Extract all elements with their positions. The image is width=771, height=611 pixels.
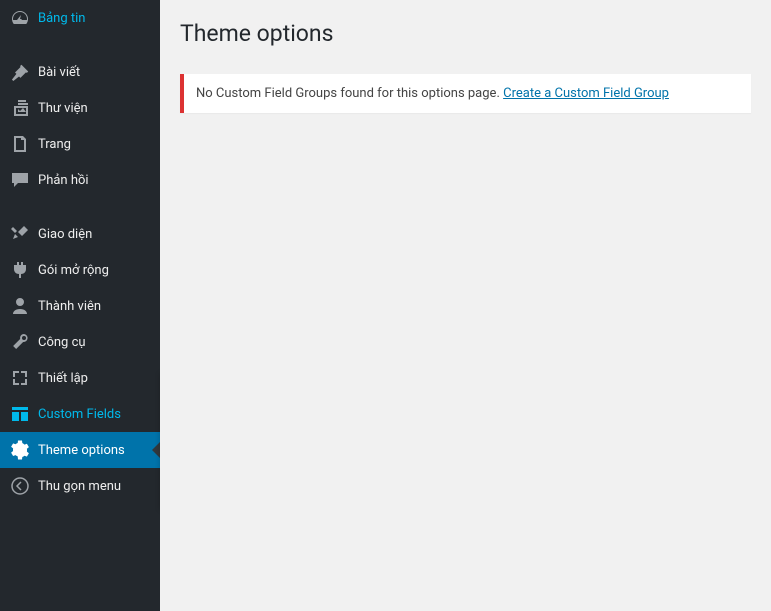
sidebar-item-media[interactable]: Thư viện bbox=[0, 90, 160, 126]
sidebar-item-tools[interactable]: Công cụ bbox=[0, 324, 160, 360]
sidebar-item-label: Giao diện bbox=[38, 227, 92, 242]
media-icon bbox=[10, 98, 30, 118]
dashboard-icon bbox=[10, 8, 30, 28]
gear-icon bbox=[10, 440, 30, 460]
sidebar-item-comments[interactable]: Phản hồi bbox=[0, 162, 160, 198]
sidebar-item-label: Công cụ bbox=[38, 335, 86, 350]
sidebar-item-dashboard[interactable]: Bảng tin bbox=[0, 0, 160, 36]
sidebar-item-custom-fields[interactable]: Custom Fields bbox=[0, 396, 160, 432]
sidebar-item-theme-options[interactable]: Theme options bbox=[0, 432, 160, 468]
notice-box: No Custom Field Groups found for this op… bbox=[180, 74, 751, 113]
comment-icon bbox=[10, 170, 30, 190]
notice-link[interactable]: Create a Custom Field Group bbox=[503, 86, 669, 101]
sidebar-item-label: Phản hồi bbox=[38, 173, 89, 188]
main-content: Theme options No Custom Field Groups fou… bbox=[160, 0, 771, 611]
sidebar-item-label: Thu gọn menu bbox=[38, 479, 121, 494]
sidebar-item-label: Thư viện bbox=[38, 101, 88, 116]
pin-icon bbox=[10, 62, 30, 82]
layout-icon bbox=[10, 404, 30, 424]
sidebar-item-label: Theme options bbox=[38, 443, 125, 458]
settings-icon bbox=[10, 368, 30, 388]
sidebar-item-label: Thành viên bbox=[38, 299, 101, 314]
sidebar-item-posts[interactable]: Bài viết bbox=[0, 54, 160, 90]
sidebar-item-pages[interactable]: Trang bbox=[0, 126, 160, 162]
sidebar-item-users[interactable]: Thành viên bbox=[0, 288, 160, 324]
appearance-icon bbox=[10, 224, 30, 244]
sidebar-item-label: Bảng tin bbox=[38, 11, 85, 26]
sidebar-item-plugins[interactable]: Gói mở rộng bbox=[0, 252, 160, 288]
page-title: Theme options bbox=[180, 10, 751, 69]
user-icon bbox=[10, 296, 30, 316]
sidebar-item-label: Trang bbox=[38, 137, 71, 152]
plugin-icon bbox=[10, 260, 30, 280]
sidebar-item-appearance[interactable]: Giao diện bbox=[0, 216, 160, 252]
sidebar-item-label: Custom Fields bbox=[38, 407, 121, 422]
sidebar-item-collapse[interactable]: Thu gọn menu bbox=[0, 468, 160, 504]
sidebar-item-settings[interactable]: Thiết lập bbox=[0, 360, 160, 396]
page-icon bbox=[10, 134, 30, 154]
collapse-icon bbox=[10, 476, 30, 496]
tools-icon bbox=[10, 332, 30, 352]
sidebar-item-label: Thiết lập bbox=[38, 371, 88, 386]
sidebar-item-label: Gói mở rộng bbox=[38, 263, 109, 278]
admin-sidebar: Bảng tin Bài viết Thư viện Trang Phản hồ… bbox=[0, 0, 160, 611]
notice-text: No Custom Field Groups found for this op… bbox=[196, 86, 503, 101]
sidebar-item-label: Bài viết bbox=[38, 65, 80, 80]
